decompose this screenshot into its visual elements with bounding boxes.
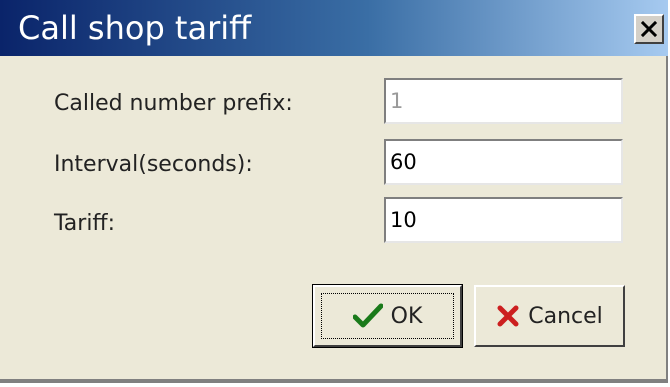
prefix-label: Called number prefix: xyxy=(54,91,293,116)
close-button[interactable] xyxy=(634,14,664,44)
close-icon xyxy=(640,20,658,38)
prefix-input[interactable] xyxy=(384,78,623,124)
interval-label: Interval(seconds): xyxy=(54,152,253,177)
cancel-label: Cancel xyxy=(528,303,603,329)
tariff-label: Tariff: xyxy=(54,211,116,236)
focus-rectangle xyxy=(321,293,454,339)
ok-button[interactable]: OK xyxy=(312,284,463,348)
red-x-icon xyxy=(496,304,520,328)
cancel-button[interactable]: Cancel xyxy=(474,285,625,347)
tariff-input[interactable] xyxy=(384,197,623,243)
interval-input[interactable] xyxy=(384,139,623,185)
call-shop-tariff-dialog: Call shop tariff Called number prefix: I… xyxy=(0,0,668,383)
window-title: Call shop tariff xyxy=(18,9,252,47)
title-bar[interactable]: Call shop tariff xyxy=(0,0,668,56)
